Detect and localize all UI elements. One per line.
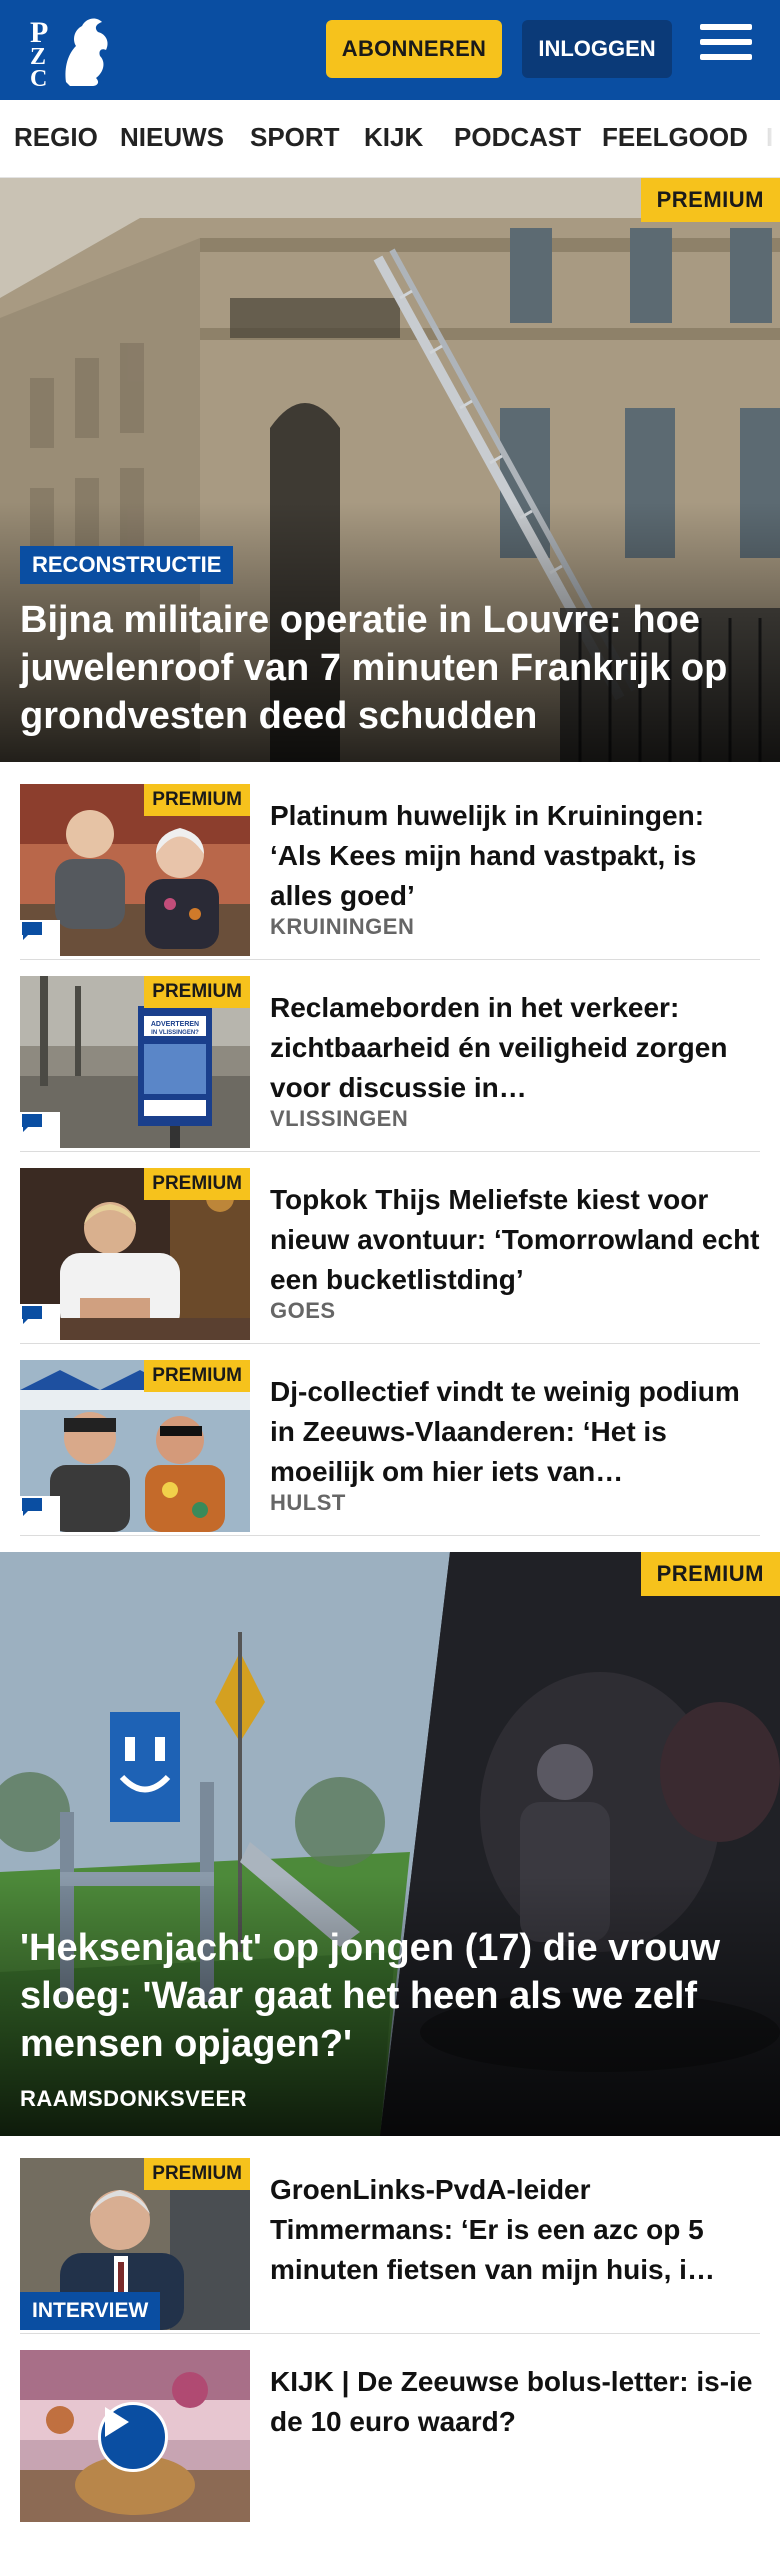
article-title[interactable]: GroenLinks-PvdA-leider Timmermans: ‘Er i… xyxy=(270,2170,760,2290)
list-item[interactable]: PREMIUM Dj-collectief vindt te weinig po… xyxy=(20,1360,760,1536)
nav-fade xyxy=(754,100,780,177)
article-location: KRUININGEN xyxy=(270,914,415,939)
nav-item-kijk[interactable]: KIJK xyxy=(364,122,423,153)
site-header: P Z C ABONNEREN INLOGGEN xyxy=(0,0,780,100)
premium-badge: PREMIUM xyxy=(144,1360,250,1392)
nav-item-regio[interactable]: REGIO xyxy=(14,122,98,153)
sign-text-2: IN VLISSINGEN? xyxy=(151,1030,199,1036)
premium-badge: PREMIUM xyxy=(144,1168,250,1200)
article-location: RAAMSDONKSVEER xyxy=(20,2086,248,2111)
article-thumbnail: PREMIUM INTERVIEW xyxy=(20,2158,250,2330)
article-title[interactable]: Topkok Thijs Meliefste kiest voor nieuw … xyxy=(270,1180,760,1300)
subscribe-button[interactable]: ABONNEREN xyxy=(326,20,502,78)
interview-badge: INTERVIEW xyxy=(20,2292,161,2330)
nav-item-feelgood[interactable]: FEELGOOD xyxy=(602,122,748,153)
pzc-logo[interactable]: P Z C xyxy=(26,12,116,92)
comment-icon xyxy=(20,1304,60,1340)
hamburger-menu-icon[interactable] xyxy=(700,24,752,72)
article-location: VLISSINGEN xyxy=(270,1106,409,1131)
premium-badge: PREMIUM xyxy=(144,976,250,1008)
play-icon[interactable] xyxy=(98,2402,168,2472)
nav-item-podcast[interactable]: PODCAST xyxy=(454,122,581,153)
article-thumbnail xyxy=(20,2350,250,2522)
article-thumbnail: PREMIUM xyxy=(20,784,250,956)
nav-item-nieuws[interactable]: NIEUWS xyxy=(120,122,224,153)
logo-letter-c: C xyxy=(30,66,47,88)
premium-badge: PREMIUM xyxy=(144,784,250,816)
hero-headline[interactable]: 'Heksenjacht' op jongen (17) die vrouw s… xyxy=(20,1924,760,2068)
article-thumbnail: ADVERTEREN IN VLISSINGEN? PREMIUM xyxy=(20,976,250,1148)
article-location: GOES xyxy=(270,1298,336,1323)
hero-article-louvre[interactable]: PREMIUM RECONSTRUCTIE Bijna militaire op… xyxy=(0,178,780,762)
article-thumbnail: PREMIUM xyxy=(20,1360,250,1532)
article-title[interactable]: Platinum huwelijk in Kruiningen: ‘Als Ke… xyxy=(270,796,760,916)
premium-badge: PREMIUM xyxy=(640,1552,780,1596)
list-item[interactable]: PREMIUM Platinum huwelijk in Kruiningen:… xyxy=(20,784,760,960)
premium-badge: PREMIUM xyxy=(144,2158,250,2190)
article-location: HULST xyxy=(270,1490,346,1515)
login-button[interactable]: INLOGGEN xyxy=(522,20,672,78)
section-nav: REGIO NIEUWS SPORT KIJK PODCAST FEELGOOD… xyxy=(0,100,780,178)
list-item[interactable]: PREMIUM Topkok Thijs Meliefste kiest voo… xyxy=(20,1168,760,1344)
category-tag: RECONSTRUCTIE xyxy=(20,546,234,584)
comment-icon xyxy=(20,920,60,956)
article-title[interactable]: Dj-collectief vindt te weinig podium in … xyxy=(270,1372,760,1492)
article-thumbnail: PREMIUM xyxy=(20,1168,250,1340)
premium-badge: PREMIUM xyxy=(640,178,780,222)
lion-emblem-icon xyxy=(65,18,108,86)
hero-headline[interactable]: Bijna militaire operatie in Louvre: hoe … xyxy=(20,596,760,740)
comment-icon xyxy=(20,1496,60,1532)
article-title[interactable]: Reclameborden in het verkeer: zichtbaarh… xyxy=(270,988,760,1108)
sign-text-1: ADVERTEREN xyxy=(151,1021,199,1028)
comment-icon xyxy=(20,1112,60,1148)
hero-article-heksenjacht[interactable]: PREMIUM 'Heksenjacht' op jongen (17) die… xyxy=(0,1552,780,2136)
list-item[interactable]: KIJK | De Zeeuwse bolus-letter: is-ie de… xyxy=(20,2350,760,2526)
nav-item-sport[interactable]: SPORT xyxy=(250,122,340,153)
list-item[interactable]: PREMIUM INTERVIEW GroenLinks-PvdA-leider… xyxy=(20,2158,760,2334)
article-title[interactable]: KIJK | De Zeeuwse bolus-letter: is-ie de… xyxy=(270,2362,760,2442)
list-item[interactable]: ADVERTEREN IN VLISSINGEN? PREMIUM Reclam… xyxy=(20,976,760,1152)
